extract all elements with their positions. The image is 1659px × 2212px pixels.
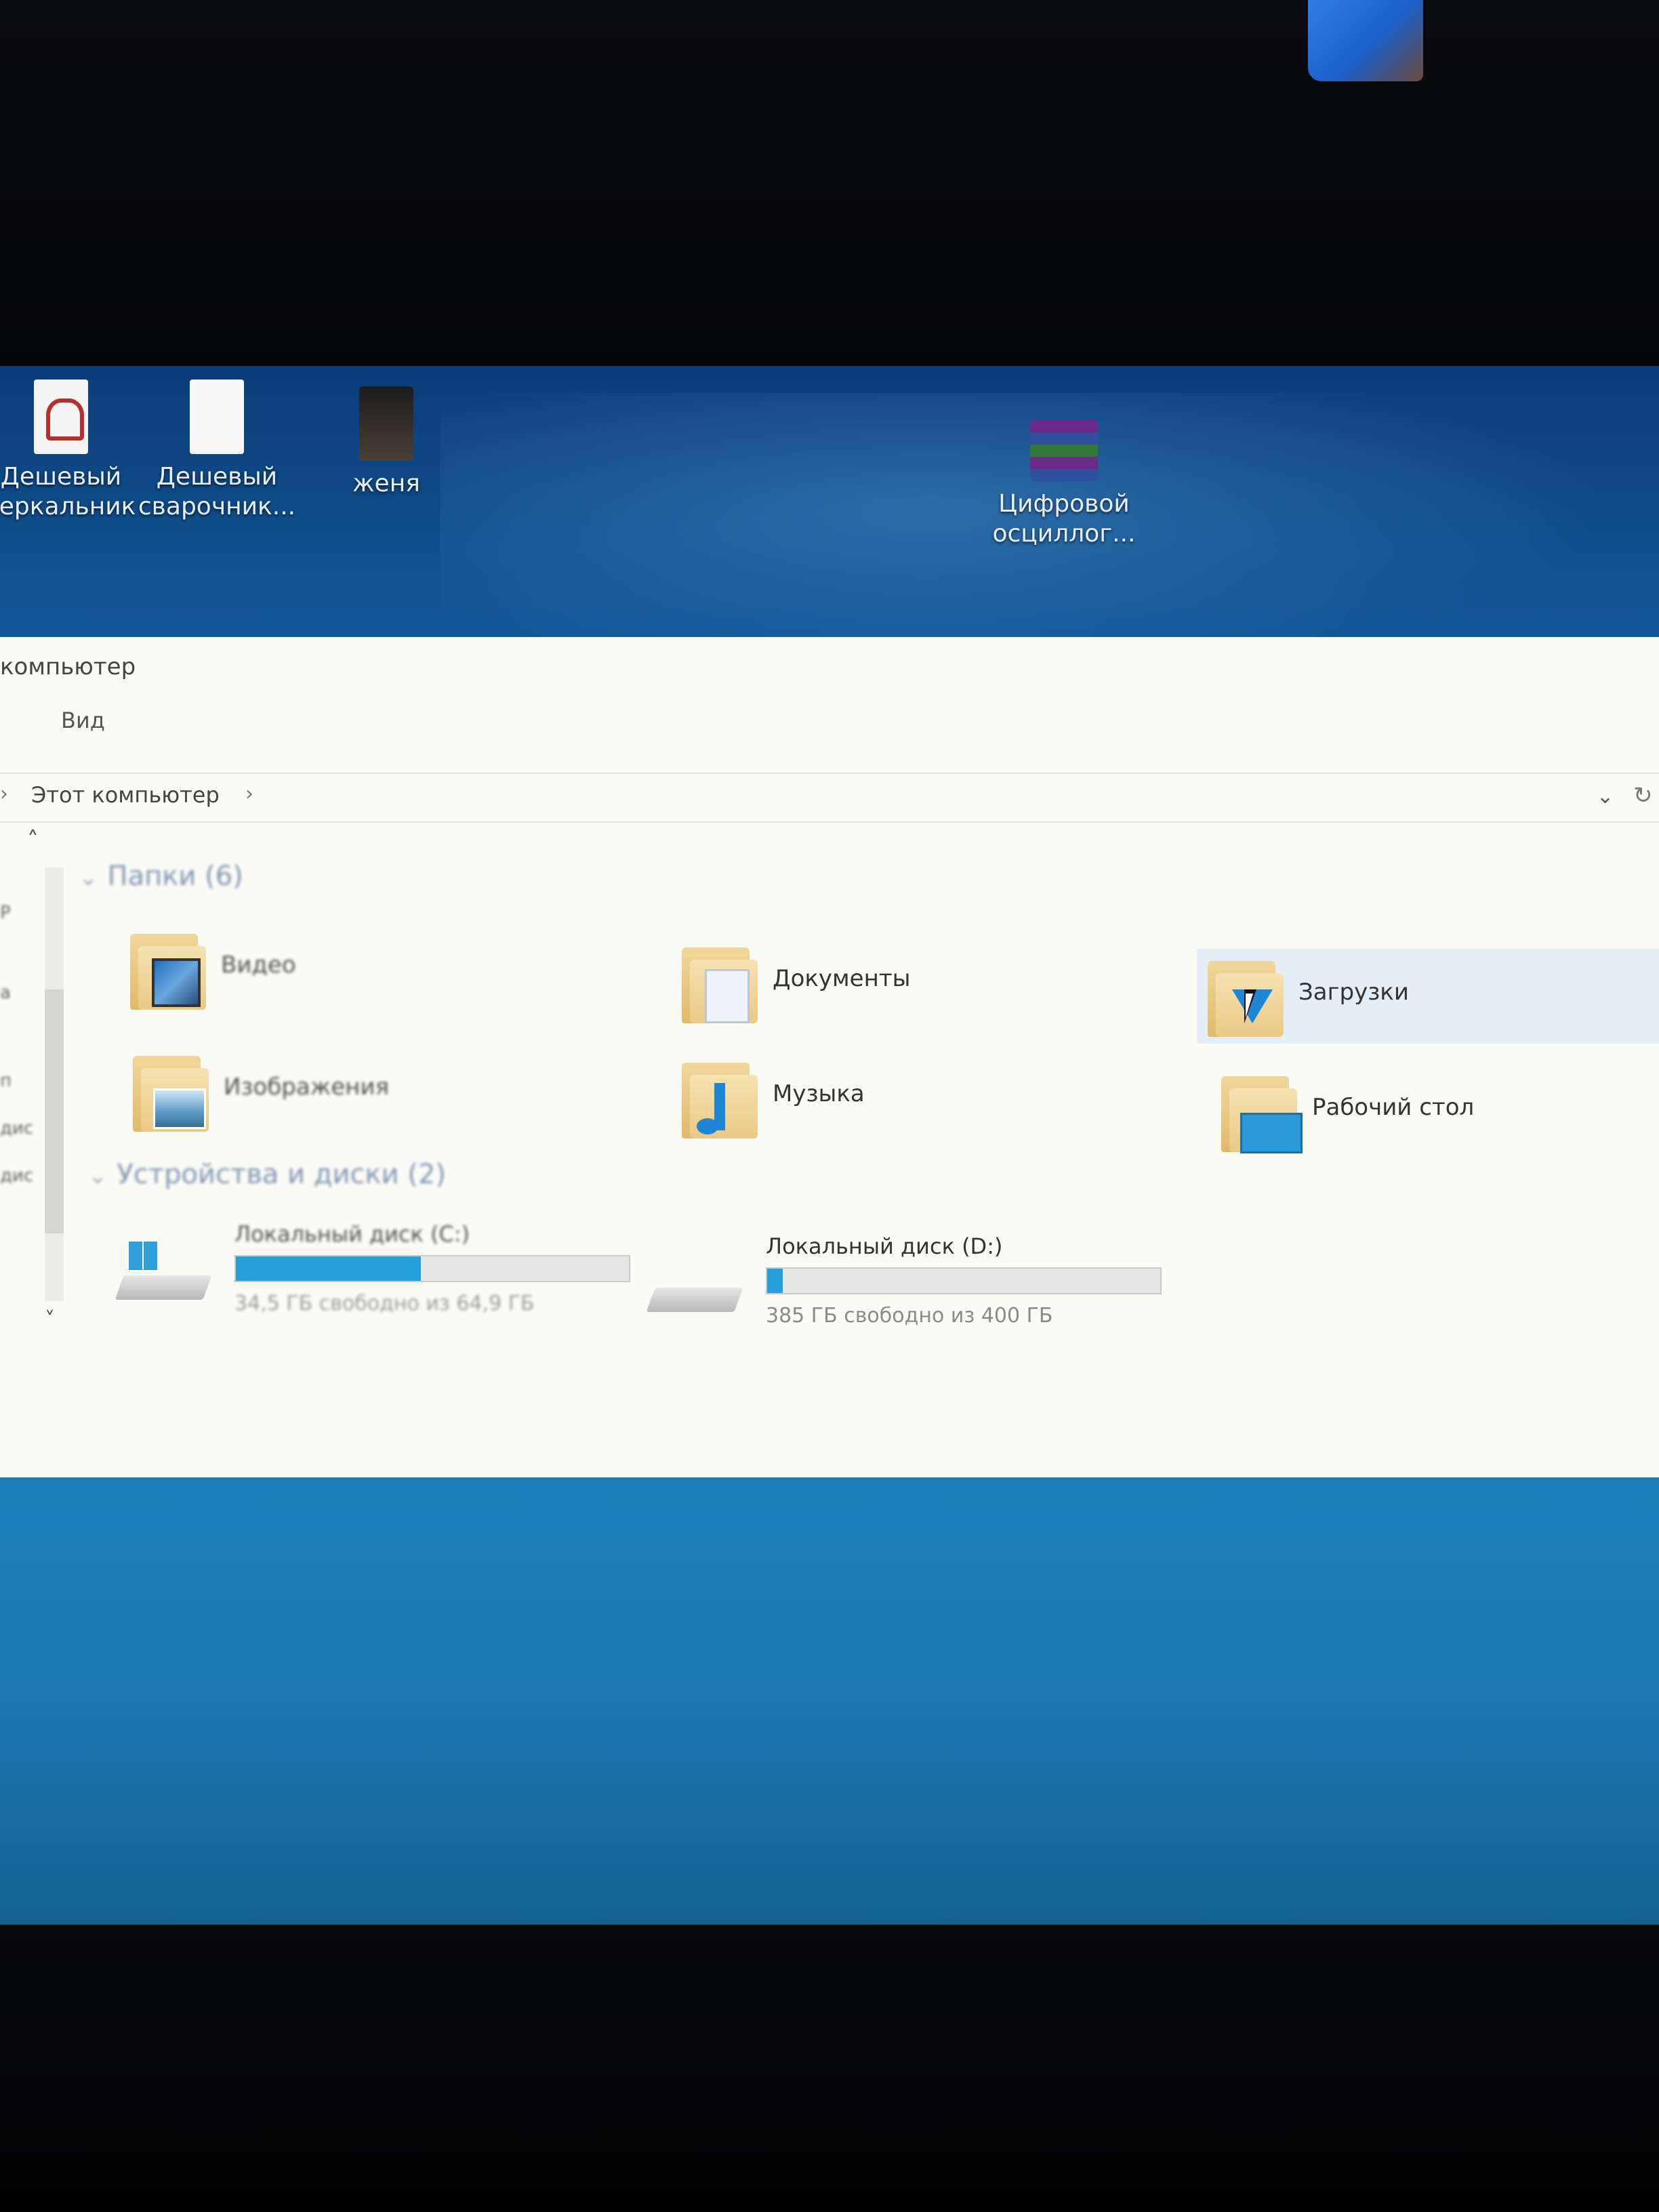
monitor-bezel-bottom — [0, 1925, 1659, 2212]
desktop-icon-label: женя — [352, 470, 420, 497]
file-explorer-window: компьютер Вид › Этот компьютер › ⌄ ↻ ˄ ˅… — [0, 637, 1659, 1477]
section-title: Устройства и диски (2) — [117, 1159, 447, 1190]
chevron-down-icon: ⌄ — [88, 1162, 108, 1189]
desktop-icon-zhenya[interactable]: женя — [298, 386, 474, 499]
scroll-up-icon[interactable]: ˄ — [27, 827, 39, 854]
desktop-icon-mirror-camera[interactable]: Дешевый зеркальник — [0, 380, 149, 522]
nav-item-fragment[interactable]: п — [0, 1071, 12, 1091]
drive-icon — [646, 1254, 745, 1322]
drive-d[interactable]: Локальный диск (D:) 385 ГБ свободно из 4… — [646, 1233, 1166, 1335]
drive-name: Локальный диск (C:) — [234, 1221, 470, 1247]
ribbon: Вид — [0, 699, 1659, 747]
folder-desktop[interactable]: Рабочий стол — [1210, 1064, 1659, 1159]
desktop-icon-label: Цифровой осциллог... — [992, 490, 1136, 548]
breadcrumb-this-pc[interactable]: Этот компьютер — [31, 782, 220, 808]
folder-label: Изображения — [224, 1073, 390, 1101]
folder-documents[interactable]: Документы — [671, 935, 1186, 1030]
documents-folder-icon — [678, 942, 759, 1023]
desktop-icon-label: Дешевый зеркальник — [0, 463, 136, 520]
pictures-folder-icon — [129, 1050, 210, 1132]
nav-scrollbar-thumb[interactable] — [45, 989, 64, 1233]
refresh-icon[interactable]: ↻ — [1633, 782, 1653, 809]
folder-video[interactable]: Видео — [119, 922, 634, 1017]
background-photo — [1308, 0, 1423, 81]
drive-free-space: 34,5 ГБ свободно из 64,9 ГБ — [234, 1292, 535, 1315]
address-dropdown-icon[interactable]: ⌄ — [1597, 785, 1614, 808]
breadcrumb-arrow-icon[interactable]: › — [0, 782, 8, 806]
chevron-down-icon: ⌄ — [79, 864, 98, 891]
navigation-pane: ˄ ˅ Р а п дис дис — [0, 827, 65, 1342]
document-icon — [190, 380, 244, 454]
scroll-down-icon[interactable]: ˅ — [45, 1308, 55, 1332]
drive-name: Локальный диск (D:) — [766, 1233, 1003, 1259]
drive-usage-fill — [767, 1269, 783, 1293]
desktop-icon-welder[interactable]: Дешевый сварочник... — [129, 380, 305, 522]
drive-usage-bar — [766, 1267, 1162, 1294]
address-bar[interactable]: › Этот компьютер › ⌄ ↻ — [0, 773, 1659, 823]
folder-label: Музыка — [773, 1080, 865, 1107]
ribbon-tab-view[interactable]: Вид — [61, 708, 105, 733]
nav-item-fragment[interactable]: дис — [0, 1166, 33, 1186]
folder-label: Документы — [773, 965, 911, 992]
drive-usage-fill — [236, 1256, 421, 1281]
pdf-icon — [34, 380, 88, 454]
folder-label: Видео — [221, 951, 296, 979]
nav-item-fragment[interactable]: а — [0, 983, 11, 1003]
video-folder-icon — [126, 928, 207, 1010]
section-title: Папки (6) — [107, 861, 243, 892]
nav-item-fragment[interactable]: Р — [0, 903, 11, 923]
folder-music[interactable]: Музыка — [671, 1050, 1186, 1145]
folder-label: Рабочий стол — [1312, 1094, 1475, 1121]
breadcrumb-chevron-icon[interactable]: › — [245, 782, 253, 806]
desktop-icon-label: Дешевый сварочник... — [138, 463, 296, 520]
desktop-folder-icon — [1217, 1071, 1303, 1153]
folder-label: Загрузки — [1298, 979, 1409, 1006]
folders-section-header[interactable]: ⌄ Папки (6) — [79, 861, 243, 892]
folder-pictures[interactable]: Изображения — [122, 1044, 637, 1139]
drive-usage-bar — [234, 1255, 630, 1282]
drive-free-space: 385 ГБ свободно из 400 ГБ — [766, 1304, 1053, 1328]
desktop-icon-oscilloscope[interactable]: Цифровой осциллог... — [976, 420, 1152, 549]
winrar-archive-icon — [1030, 420, 1098, 481]
photo-icon — [359, 386, 413, 461]
drive-c[interactable]: Локальный диск (C:) 34,5 ГБ свободно из … — [115, 1221, 634, 1323]
windows-drive-icon — [115, 1242, 214, 1309]
nav-item-fragment[interactable]: дис — [0, 1118, 33, 1139]
window-title: компьютер — [0, 653, 136, 680]
mouse-cursor-icon — [1244, 989, 1256, 1023]
folder-downloads[interactable]: Загрузки — [1197, 949, 1659, 1044]
drives-section-header[interactable]: ⌄ Устройства и диски (2) — [88, 1159, 446, 1190]
music-folder-icon — [678, 1057, 759, 1139]
